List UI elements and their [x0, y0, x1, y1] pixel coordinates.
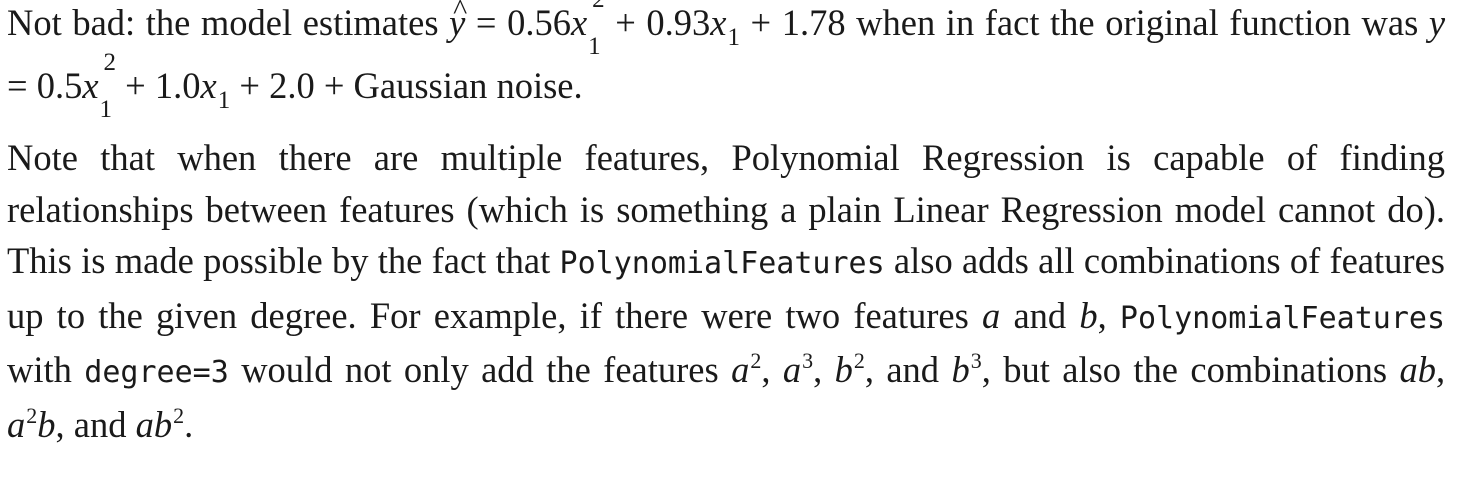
variable-x: x [82, 65, 99, 106]
inline-code: degree=3 [84, 355, 229, 390]
plus-sign: + [323, 65, 345, 106]
coefficient: 0.5 [36, 65, 83, 106]
text: and [1013, 294, 1067, 336]
text: but also the combinations [1003, 349, 1388, 390]
variable-x: x [710, 2, 727, 43]
paragraph-polynomial-features: Note that when there are multiple featur… [7, 137, 1446, 445]
plus-sign: + [615, 2, 636, 43]
equals-sign: = [475, 2, 497, 43]
document-body: Not bad: the model estimates y = 0.56x21… [7, 0, 1445, 450]
plus-sign: + [239, 65, 260, 106]
sub-sup: 21 [588, 0, 605, 60]
variable-x: x [570, 2, 588, 43]
plus-sign: + [125, 65, 146, 106]
text: when in fact the original function was [856, 2, 1419, 43]
plus-sign: + [750, 2, 772, 43]
variable-a: a [982, 294, 1001, 336]
equals-sign: = [7, 65, 28, 106]
inline-code: PolynomialFeatures [1119, 300, 1446, 336]
text: Not bad: the model estimates [7, 2, 439, 43]
sub-sup: 21 [99, 48, 117, 123]
coefficient: 0.93 [646, 2, 711, 43]
text: with [7, 349, 72, 390]
coefficient: 2.0 [269, 65, 315, 106]
text: would not only add the features [241, 349, 719, 390]
y-hat-symbol: y [449, 0, 467, 54]
subscript: 1 [727, 24, 740, 51]
text: Gaussian noise. [353, 65, 583, 106]
coefficient: 0.56 [507, 2, 571, 43]
term-ab: ab [1399, 349, 1436, 390]
variable-x: x [200, 65, 217, 106]
coefficient: 1.78 [781, 2, 846, 43]
coefficient: 1.0 [154, 65, 201, 106]
paragraph-model-estimate: Not bad: the model estimates y = 0.56x21… [7, 0, 1446, 123]
inline-code: PolynomialFeatures [559, 246, 885, 281]
variable-y: y [1428, 2, 1446, 43]
variable-b: b [1079, 294, 1098, 336]
subscript: 1 [217, 87, 231, 114]
